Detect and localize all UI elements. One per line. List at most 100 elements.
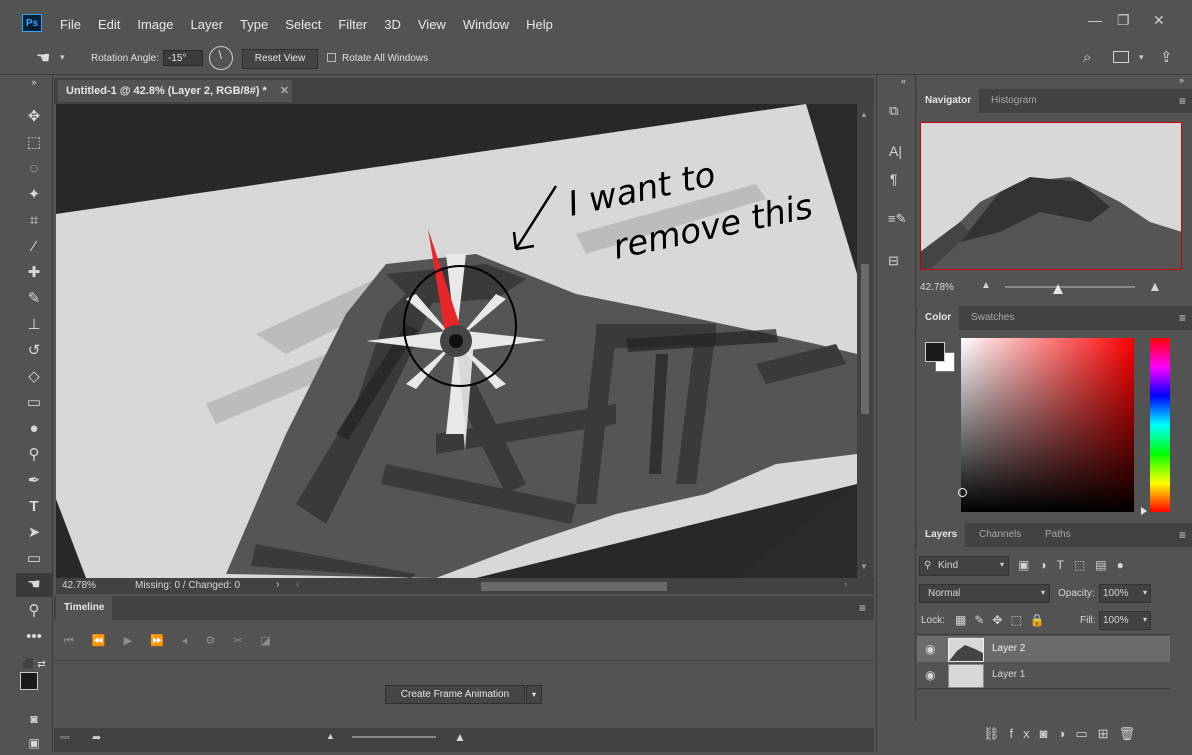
filter-shape-icon[interactable]: ⬚ [1074,558,1095,572]
minimize-button[interactable]: — [1088,12,1102,28]
scroll-left-icon[interactable]: ‹ [296,579,299,590]
menu-filter[interactable]: Filter [338,17,367,32]
brush-tool-icon[interactable]: ✎ [16,287,52,311]
opacity-input[interactable]: 100% ▾ [1099,584,1151,603]
lock-all-icon[interactable]: 🔒 [1030,613,1053,627]
menu-window[interactable]: Window [463,17,509,32]
create-frame-animation-button[interactable]: Create Frame Animation [385,685,525,704]
lock-position-icon[interactable]: ✥ [992,613,1010,627]
timeline-zoom-slider[interactable] [352,736,436,738]
filter-smart-object-icon[interactable]: ▤ [1095,558,1116,572]
reset-view-button[interactable]: Reset View [242,49,318,69]
layers-menu-icon[interactable]: ≡ [1179,528,1186,542]
canvas-area[interactable]: I want to remove this [56,104,857,578]
history-panel-icon[interactable]: ⧉ [889,103,898,119]
tab-channels[interactable]: Channels [971,523,1029,547]
menu-3d[interactable]: 3D [384,17,401,32]
character-panel-icon[interactable]: A| [889,143,902,159]
navigator-menu-icon[interactable]: ≡ [1179,94,1186,108]
rectangle-tool-icon[interactable]: ▭ [16,547,52,571]
workspace-chevron-icon[interactable]: ▾ [1139,52,1144,63]
restore-button[interactable]: ❐ [1117,12,1130,29]
rotate-all-windows-checkbox[interactable] [327,53,336,62]
rotation-dial[interactable] [209,46,233,70]
foreground-color-swatch[interactable] [20,672,38,690]
menu-help[interactable]: Help [526,17,553,32]
add-mask-icon[interactable]: ◙ [1040,726,1058,741]
menu-layer[interactable]: Layer [191,17,224,32]
new-layer-icon[interactable]: ⊞ [1098,726,1119,741]
lock-pixels-icon[interactable]: ✎ [974,613,992,627]
new-adjustment-icon[interactable]: ◑ [1058,726,1076,741]
menu-edit[interactable]: Edit [98,17,120,32]
tool-preset-chevron-icon[interactable]: ▾ [60,52,65,63]
navigator-view-box[interactable] [920,122,1182,270]
workspace-icon[interactable] [1113,51,1129,63]
rotation-angle-input[interactable]: -15° [163,50,203,66]
menu-file[interactable]: File [60,17,81,32]
zoom-in-icon[interactable]: ▲ [454,730,466,744]
first-frame-icon[interactable]: ⏮ [64,635,92,647]
rotate-view-tool-icon[interactable]: ☚ [36,48,50,68]
healing-brush-tool-icon[interactable]: ✚ [16,261,52,285]
close-document-icon[interactable]: ✕ [280,85,289,97]
play-icon[interactable]: ▶ [124,635,150,647]
rotate-view-active-tool-icon[interactable]: ☚ [16,573,52,597]
canvas-vertical-scrollbar[interactable]: ▲ ▼ [857,104,873,578]
navigator-thumbnail[interactable] [920,122,1182,270]
expand-dock-icon[interactable]: « [901,76,906,86]
menu-view[interactable]: View [418,17,446,32]
settings-gear-icon[interactable]: ⚙ [205,635,233,647]
document-tab[interactable]: Untitled-1 @ 42.8% (Layer 2, RGB/8#) * ✕ [58,80,292,102]
tab-color[interactable]: Color [917,306,960,330]
tab-navigator[interactable]: Navigator [917,89,980,113]
status-menu-chevron-icon[interactable]: › [276,579,279,590]
filter-pixel-icon[interactable]: ▣ [1018,558,1039,572]
history-brush-tool-icon[interactable]: ↺ [16,339,52,363]
tab-histogram[interactable]: Histogram [983,89,1045,113]
blur-tool-icon[interactable]: ● [16,417,52,441]
status-zoom[interactable]: 42.78% [62,580,96,591]
filter-toggle-icon[interactable]: ● [1117,558,1134,572]
color-picker-cursor[interactable] [958,488,967,497]
menu-image[interactable]: Image [137,17,173,32]
crop-tool-icon[interactable]: ⌗ [16,209,52,233]
color-foreground-swatch[interactable] [925,342,945,362]
filter-adjustment-icon[interactable]: ◑ [1039,558,1056,572]
menu-type[interactable]: Type [240,17,268,32]
prev-frame-icon[interactable]: ⏪ [92,635,124,647]
timeline-tab[interactable]: Timeline [56,596,113,620]
close-button[interactable]: ✕ [1153,12,1165,29]
tab-paths[interactable]: Paths [1037,523,1079,547]
new-group-icon[interactable]: ▭ [1075,726,1097,741]
marquee-tool-icon[interactable]: ⬚ [16,131,52,155]
tab-swatches[interactable]: Swatches [963,306,1022,330]
transition-icon[interactable]: ◪ [260,635,288,647]
layer-filter-select[interactable]: ⚲ Kind ▾ [919,556,1009,576]
eyedropper-tool-icon[interactable]: ⁄ [16,235,52,259]
quick-mask-icon[interactable]: ◙ [16,707,52,731]
magic-wand-tool-icon[interactable]: ✦ [16,183,52,207]
layer-style-fx-icon[interactable]: fx [1010,726,1040,741]
pen-tool-icon[interactable]: ✒ [16,469,52,493]
filter-type-icon[interactable]: T [1057,558,1074,572]
zoom-out-icon[interactable]: ▲ [326,731,335,741]
collapse-right-dock-icon[interactable]: » [1179,75,1184,85]
navigator-zoom-in-icon[interactable]: ▲ [1148,278,1162,294]
dodge-tool-icon[interactable]: ⚲ [16,443,52,467]
convert-frames-icon[interactable]: ▫▫▫ [60,732,70,742]
paragraph-panel-icon[interactable]: ¶ [890,171,898,187]
next-frame-icon[interactable]: ⏩ [150,635,182,647]
hue-slider-thumb[interactable] [1141,507,1147,515]
type-tool-icon[interactable]: T [16,495,52,519]
more-tools-icon[interactable]: ••• [16,625,52,649]
audio-icon[interactable]: ◂ [182,635,206,647]
scroll-down-icon[interactable]: ▼ [860,562,868,571]
scissors-icon[interactable]: ✂ [233,635,260,647]
delete-layer-icon[interactable]: 🗑 [1119,726,1146,741]
clone-stamp-tool-icon[interactable]: ⊥ [16,313,52,337]
layer-row-layer-1[interactable]: ◉ Layer 1 [917,662,1170,688]
blend-mode-select[interactable]: Normal ▾ [919,584,1050,603]
screen-mode-icon[interactable]: ▣ [16,731,52,755]
link-layers-icon[interactable]: ⛓ [983,726,1010,741]
